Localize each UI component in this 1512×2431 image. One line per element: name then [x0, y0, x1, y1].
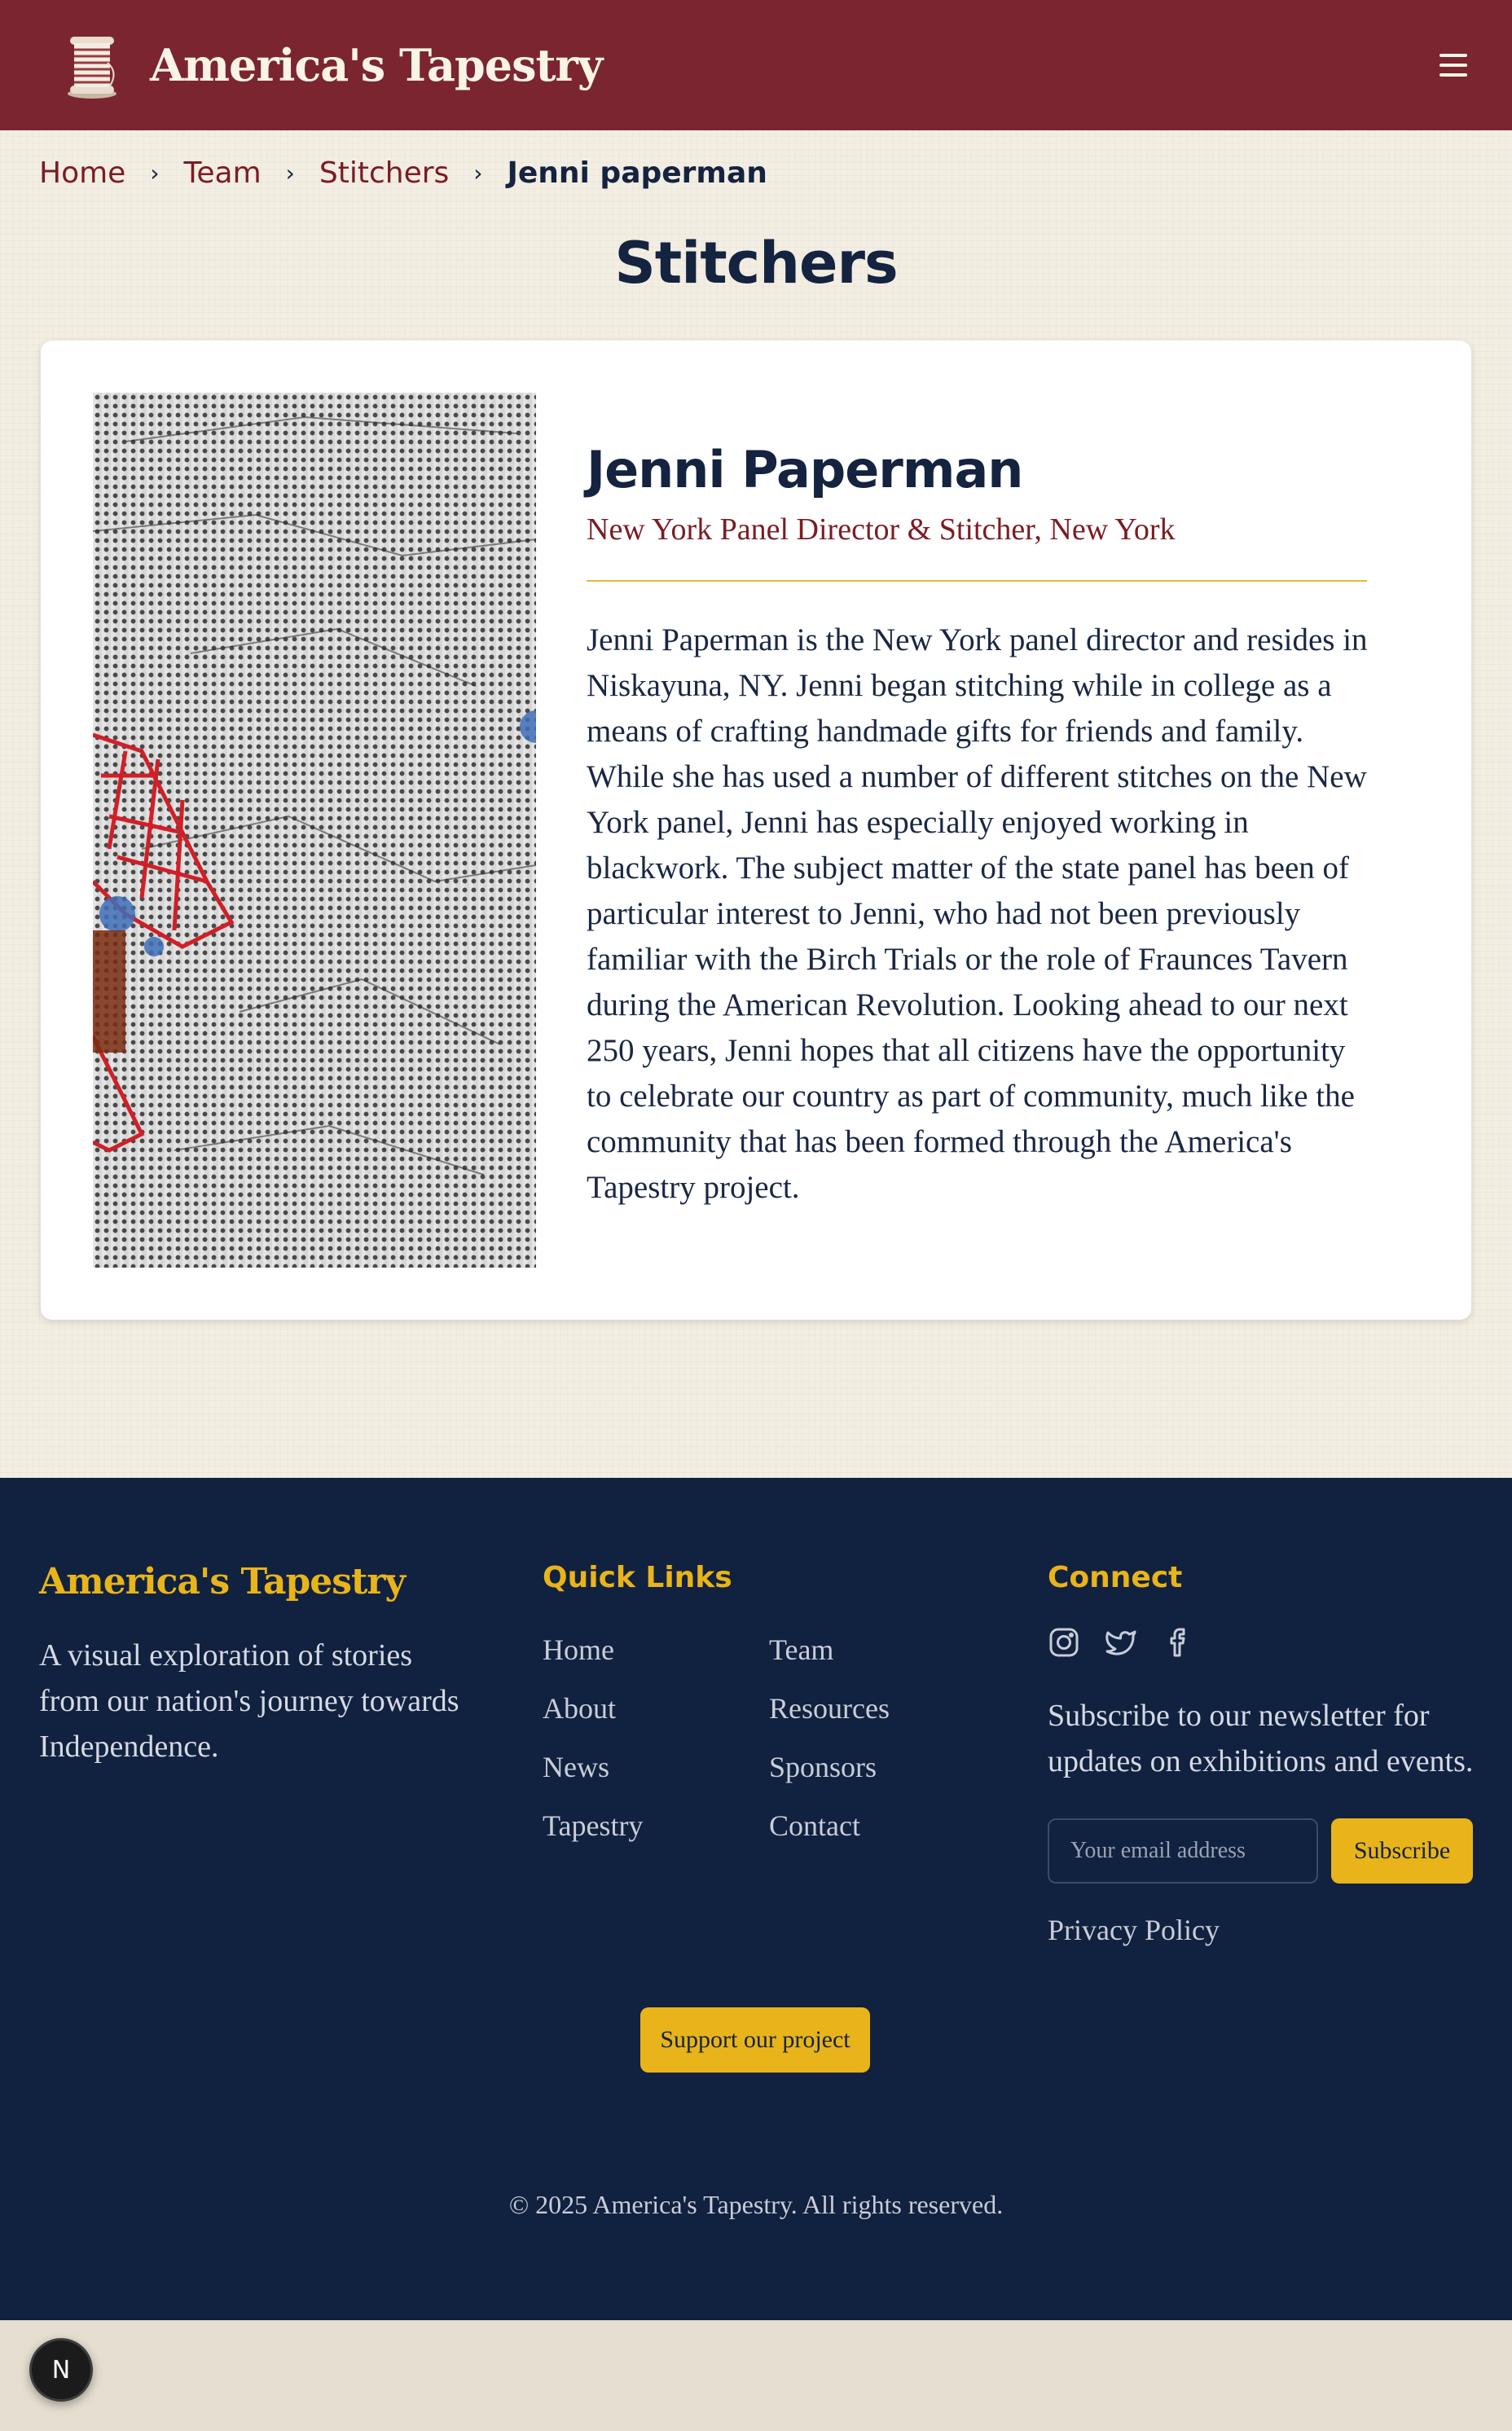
hamburger-menu-icon[interactable] — [1437, 49, 1470, 81]
stitcher-name: Jenni Paperman — [587, 440, 1023, 499]
breadcrumb-team[interactable]: Team — [184, 156, 262, 190]
site-footer: America's Tapestry A visual exploration … — [0, 1478, 1512, 2320]
gold-divider — [587, 580, 1367, 582]
footer-link-home[interactable]: Home — [543, 1633, 614, 1667]
bottom-strip — [0, 2320, 1512, 2431]
breadcrumb: Home › Team › Stitchers › Jenni paperman — [39, 152, 767, 194]
footer-link-team[interactable]: Team — [769, 1633, 833, 1667]
dev-tools-badge[interactable]: N — [29, 2338, 93, 2402]
breadcrumb-stitchers[interactable]: Stitchers — [319, 156, 449, 190]
newsletter-text: Subscribe to our newsletter for updates … — [1048, 1699, 1474, 1778]
breadcrumb-current: Jenni paperman — [507, 156, 767, 190]
home-logo-link[interactable]: America's Tapestry — [59, 30, 603, 100]
connect-heading: Connect — [1048, 1561, 1183, 1594]
privacy-policy-link[interactable]: Privacy Policy — [1048, 1913, 1220, 1947]
facebook-icon[interactable] — [1162, 1626, 1194, 1659]
brand-name: America's Tapestry — [150, 39, 603, 91]
stitcher-photo — [93, 393, 536, 1268]
thread-spool-icon — [68, 37, 116, 99]
footer-link-about[interactable]: About — [543, 1691, 616, 1725]
footer-brand: America's Tapestry — [39, 1561, 406, 1602]
copyright-text: © 2025 America's Tapestry. All rights re… — [508, 2190, 1004, 2219]
footer-link-news[interactable]: News — [543, 1750, 609, 1784]
social-links — [1048, 1626, 1194, 1659]
chevron-right-icon: › — [150, 159, 160, 187]
site-header: America's Tapestry — [0, 0, 1512, 130]
footer-link-resources[interactable]: Resources — [769, 1691, 890, 1725]
profile-card: Jenni Paperman New York Panel Director &… — [41, 341, 1471, 1320]
chevron-right-icon: › — [473, 159, 483, 187]
footer-link-contact[interactable]: Contact — [769, 1809, 860, 1843]
stitcher-role: New York Panel Director & Stitcher, New … — [587, 512, 1176, 547]
subscribe-button[interactable]: Subscribe — [1331, 1818, 1473, 1884]
quick-links-heading: Quick Links — [543, 1561, 732, 1594]
support-project-button[interactable]: Support our project — [640, 2007, 870, 2073]
footer-link-sponsors[interactable]: Sponsors — [769, 1750, 877, 1784]
email-input[interactable] — [1048, 1818, 1318, 1884]
twitter-icon[interactable] — [1105, 1626, 1137, 1659]
instagram-icon[interactable] — [1048, 1626, 1080, 1659]
footer-link-tapestry[interactable]: Tapestry — [543, 1809, 643, 1843]
footer-tagline: A visual exploration of stories from our… — [39, 1638, 459, 1764]
breadcrumb-home[interactable]: Home — [39, 156, 125, 190]
stitcher-bio: Jenni Paperman is the New York panel dir… — [587, 622, 1368, 1205]
chevron-right-icon: › — [285, 159, 295, 187]
page-title: Stitchers — [614, 230, 898, 297]
